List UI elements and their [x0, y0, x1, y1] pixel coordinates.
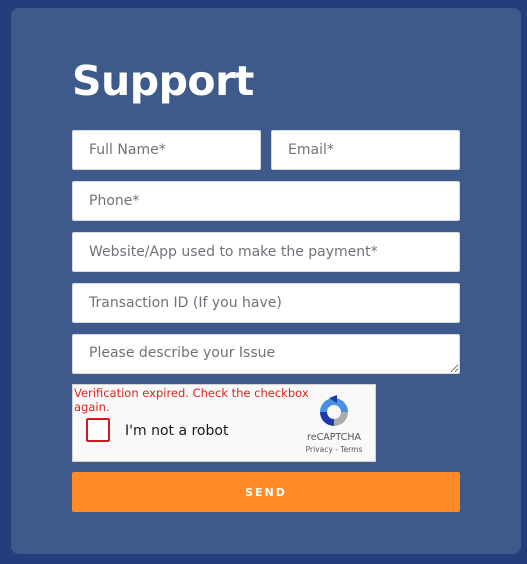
full-name-input[interactable]	[72, 130, 261, 170]
phone-input[interactable]	[72, 181, 460, 221]
recaptcha-widget: Verification expired. Check the checkbox…	[72, 384, 376, 462]
captcha-error-message: Verification expired. Check the checkbox…	[74, 386, 309, 414]
terms-link[interactable]: Terms	[340, 445, 362, 454]
captcha-checkbox[interactable]	[86, 418, 110, 442]
captcha-links: Privacy - Terms	[301, 445, 367, 454]
issue-textarea[interactable]	[72, 334, 460, 374]
privacy-link[interactable]: Privacy	[306, 445, 333, 454]
send-button[interactable]: SEND	[72, 472, 460, 512]
website-input[interactable]	[72, 232, 460, 272]
captcha-label: I'm not a robot	[125, 423, 229, 439]
transaction-id-input[interactable]	[72, 283, 460, 323]
page-title: Support	[72, 57, 254, 105]
captcha-brand: reCAPTCHA	[307, 432, 361, 443]
recaptcha-logo-icon	[320, 395, 348, 426]
email-input[interactable]	[271, 130, 460, 170]
